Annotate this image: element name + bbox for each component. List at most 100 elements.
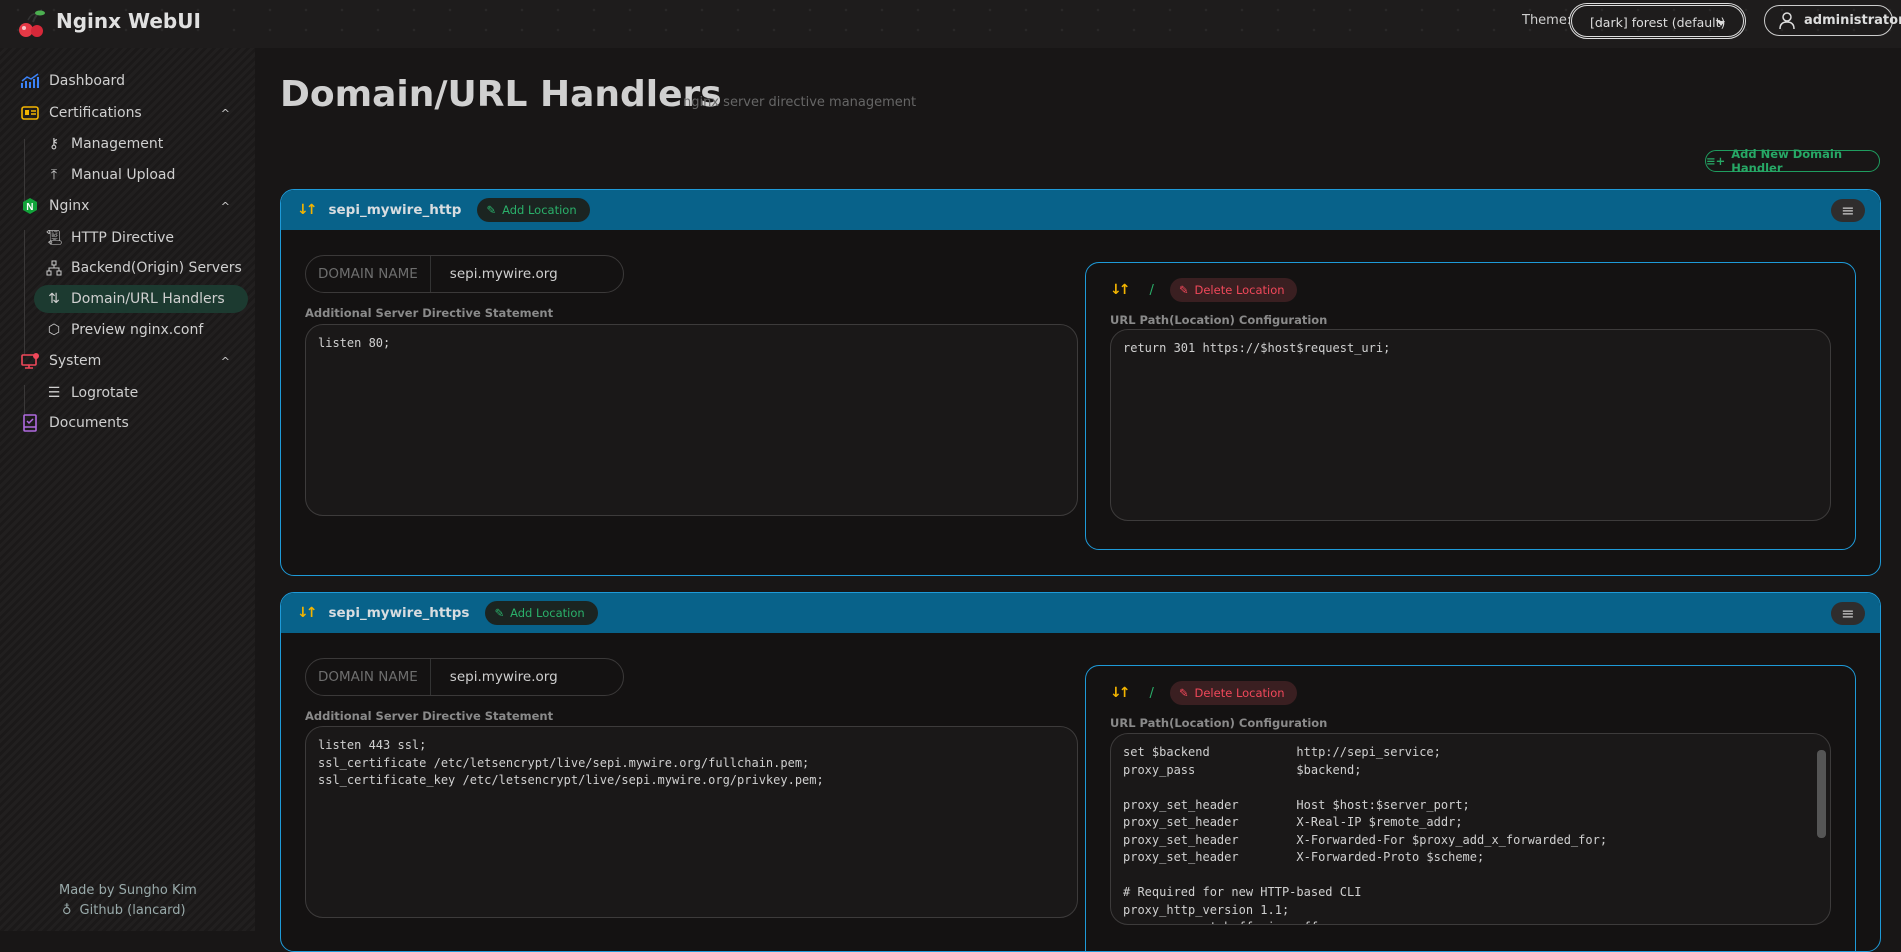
sort-arrows-icon[interactable]: ↓↑	[1110, 282, 1131, 298]
server-directive-textarea[interactable]: listen 80;	[305, 324, 1078, 516]
theme-label: Theme:	[1522, 13, 1572, 28]
domain-name-value[interactable]: sepi.mywire.org	[431, 669, 558, 685]
sidebar-item-nginx[interactable]: N Nginx ^	[20, 192, 242, 220]
user-button[interactable]: administrator	[1764, 5, 1901, 36]
location-box: ↓↑ / ✎ Delete Location URL Path(Location) C…	[1085, 665, 1856, 951]
scroll-icon: 📜︎	[45, 230, 63, 246]
domain-name-value[interactable]: sepi.mywire.org	[431, 266, 558, 282]
top-bar: Nginx WebUI Theme: [dark] forest (defaul…	[0, 0, 1901, 48]
location-box: ↓↑ / ✎ Delete Location URL Path(Location) C…	[1085, 262, 1856, 550]
edit-icon: ✎	[494, 606, 505, 620]
hamburger-icon: ≡	[1841, 604, 1855, 623]
sidebar-item-label: Preview nginx.conf	[71, 322, 204, 338]
nginx-icon: N	[20, 197, 40, 215]
page-subtitle: nginx server directive management	[683, 95, 917, 110]
sidebar-item-label: Nginx	[49, 198, 90, 214]
button-label: Add Location	[510, 606, 585, 620]
route-icon: ⇅	[48, 291, 60, 307]
domain-name-field[interactable]: DOMAIN NAME sepi.mywire.org	[305, 658, 624, 696]
theme-select[interactable]: [dark] forest (default)	[1569, 3, 1746, 39]
sidebar-item-label: Certifications	[49, 105, 142, 121]
upload-icon: ⤒	[50, 167, 58, 183]
add-location-button[interactable]: ✎ Add Location	[485, 601, 598, 625]
svg-text:N: N	[26, 202, 33, 213]
sidebar-item-label: Management	[71, 136, 164, 152]
cherry-logo-icon	[19, 9, 45, 37]
sidebar-item-label: System	[49, 353, 102, 369]
edit-icon: ✎	[1178, 686, 1189, 700]
sort-arrows-icon[interactable]: ↓↑	[297, 605, 318, 621]
sidebar-item-certifications[interactable]: Certifications ^	[20, 99, 242, 127]
handler-name: sepi_mywire_http	[328, 202, 462, 218]
key-icon: ⚷	[48, 136, 60, 152]
button-label: Add Location	[502, 203, 577, 217]
directive-label: Additional Server Directive Statement	[305, 709, 554, 723]
menu-button[interactable]: ≡	[1831, 199, 1865, 222]
card-header: ↓↑ sepi_mywire_https ✎ Add Location ≡	[281, 593, 1880, 633]
chart-icon	[20, 72, 40, 90]
id-card-icon	[20, 104, 40, 122]
add-domain-handler-button[interactable]: ≡+ Add New Domain Handler	[1705, 147, 1880, 175]
theme-value: [dark] forest (default)	[1590, 15, 1726, 30]
sidebar-item-label: Domain/URL Handlers	[71, 291, 225, 307]
button-label: Delete Location	[1194, 686, 1285, 700]
github-link[interactable]: ♁ Github (lancard)	[62, 903, 186, 918]
server-directive-textarea[interactable]: listen 443 ssl; ssl_certificate /etc/let…	[305, 726, 1078, 918]
sidebar-item-label: HTTP Directive	[71, 230, 174, 246]
sidebar-item-management[interactable]: ⚷ Management	[34, 130, 248, 158]
card-header: ↓↑ sepi_mywire_http ✎ Add Location ≡	[281, 190, 1880, 230]
lines-icon: ☰	[47, 385, 61, 401]
list-add-icon: ≡+	[1706, 154, 1726, 168]
sidebar-item-logrotate[interactable]: ☰ Logrotate	[34, 379, 248, 407]
chevron-up-icon[interactable]: ^	[221, 355, 230, 368]
hamburger-icon: ≡	[1841, 201, 1855, 220]
sitemap-icon	[44, 259, 64, 277]
page-title: Domain/URL Handlers	[280, 74, 722, 115]
sidebar-item-preview-nginx-conf[interactable]: ⬡ Preview nginx.conf	[34, 316, 248, 344]
sidebar-item-label: Backend(Origin) Servers	[71, 260, 242, 276]
chevron-up-icon[interactable]: ^	[221, 200, 230, 213]
edit-icon: ✎	[1178, 283, 1189, 297]
tree-line	[24, 230, 25, 355]
location-config-textarea[interactable]: set $backend http://sepi_service; proxy_…	[1110, 733, 1831, 925]
book-icon	[20, 414, 40, 432]
sidebar-item-label: Documents	[49, 415, 129, 431]
sidebar-item-domain-url-handlers[interactable]: ⇅ Domain/URL Handlers	[34, 285, 248, 313]
directive-label: Additional Server Directive Statement	[305, 306, 554, 320]
app-title: Nginx WebUI	[56, 9, 201, 33]
menu-button[interactable]: ≡	[1831, 602, 1865, 625]
domain-name-label: DOMAIN NAME	[306, 659, 431, 695]
sidebar-item-label: Logrotate	[71, 385, 139, 401]
delete-location-button[interactable]: ✎ Delete Location	[1169, 278, 1297, 302]
location-path: /	[1149, 685, 1154, 701]
monitor-gear-icon	[20, 352, 40, 370]
sort-arrows-icon[interactable]: ↓↑	[1110, 685, 1131, 701]
domain-name-field[interactable]: DOMAIN NAME sepi.mywire.org	[305, 255, 624, 293]
hexagon-icon: ⬡	[47, 322, 61, 338]
location-path: /	[1149, 282, 1154, 298]
sidebar-item-backend-servers[interactable]: Backend(Origin) Servers	[34, 254, 248, 282]
sidebar-item-documents[interactable]: Documents	[20, 409, 242, 437]
domain-handler-card: ↓↑ sepi_mywire_http ✎ Add Location ≡ DOMA…	[280, 189, 1881, 576]
add-location-button[interactable]: ✎ Add Location	[477, 198, 590, 222]
edit-icon: ✎	[486, 203, 497, 217]
url-config-label: URL Path(Location) Configuration	[1110, 313, 1328, 327]
handler-name: sepi_mywire_https	[328, 605, 470, 621]
sidebar-item-label: Dashboard	[49, 73, 125, 89]
caret-down-icon	[1717, 21, 1725, 30]
github-label: Github (lancard)	[79, 903, 186, 918]
delete-location-button[interactable]: ✎ Delete Location	[1169, 681, 1297, 705]
sidebar-item-label: Manual Upload	[71, 167, 176, 183]
sidebar-item-dashboard[interactable]: Dashboard	[20, 67, 242, 95]
sidebar-item-http-directive[interactable]: 📜︎ HTTP Directive	[34, 224, 248, 252]
sidebar-item-manual-upload[interactable]: ⤒ Manual Upload	[34, 161, 248, 189]
button-label: Add New Domain Handler	[1731, 147, 1843, 175]
location-config-textarea[interactable]: return 301 https://$host$request_uri;	[1110, 329, 1831, 521]
textarea-scrollbar[interactable]	[1817, 750, 1826, 838]
sidebar-item-system[interactable]: System ^	[20, 347, 242, 375]
sidebar: Dashboard Certifications ^ ⚷ Management ⤒ M…	[0, 48, 255, 931]
button-label: Delete Location	[1194, 283, 1285, 297]
sort-arrows-icon[interactable]: ↓↑	[297, 202, 318, 218]
domain-name-label: DOMAIN NAME	[306, 256, 431, 292]
chevron-up-icon[interactable]: ^	[221, 107, 230, 120]
